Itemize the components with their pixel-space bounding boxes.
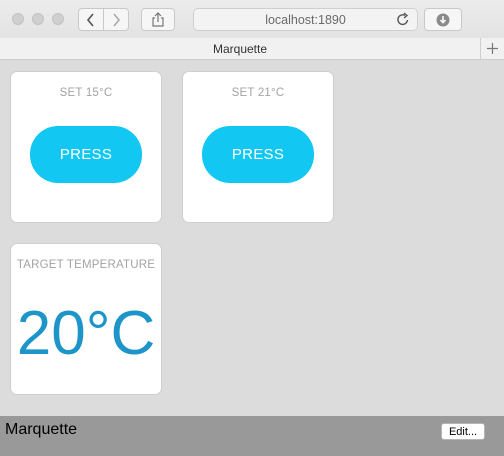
downloads-button[interactable] — [424, 8, 462, 31]
download-icon — [436, 13, 450, 26]
set-15-card: SET 15°C PRESS — [10, 71, 162, 223]
zoom-window-button[interactable] — [52, 13, 64, 25]
back-button[interactable] — [78, 8, 104, 31]
set-21-card: SET 21°C PRESS — [182, 71, 334, 223]
tab-title-text: Marquette — [212, 41, 268, 56]
browser-toolbar: localhost:1890 — [0, 0, 504, 39]
edit-button[interactable]: Edit... — [441, 423, 485, 440]
plus-icon — [487, 43, 498, 54]
footer-bar: Marquette — [0, 416, 504, 456]
reload-icon[interactable] — [396, 12, 410, 27]
active-tab[interactable]: Marquette — [0, 38, 480, 59]
url-text: localhost:1890 — [265, 12, 346, 27]
card-label: TARGET TEMPERATURE — [16, 259, 156, 271]
footer-title: Marquette — [5, 421, 78, 438]
tab-bar: Marquette — [0, 38, 504, 60]
card-label: SET 21°C — [231, 87, 285, 99]
forward-button[interactable] — [103, 8, 129, 31]
new-tab-button[interactable] — [480, 38, 504, 59]
chevron-left-icon — [86, 12, 94, 27]
set-21-press-button[interactable]: PRESS — [202, 126, 314, 183]
share-button[interactable] — [141, 8, 175, 31]
temperature-value: 20°C — [16, 299, 156, 368]
set-15-press-button[interactable]: PRESS — [30, 126, 142, 183]
card-label: SET 15°C — [59, 87, 113, 99]
address-bar[interactable]: localhost:1890 — [193, 8, 418, 31]
chevron-right-icon — [113, 12, 121, 27]
target-temperature-card: TARGET TEMPERATURE 20°C — [10, 243, 162, 395]
minimize-window-button[interactable] — [32, 13, 44, 25]
close-window-button[interactable] — [12, 13, 24, 25]
share-icon — [152, 12, 164, 27]
